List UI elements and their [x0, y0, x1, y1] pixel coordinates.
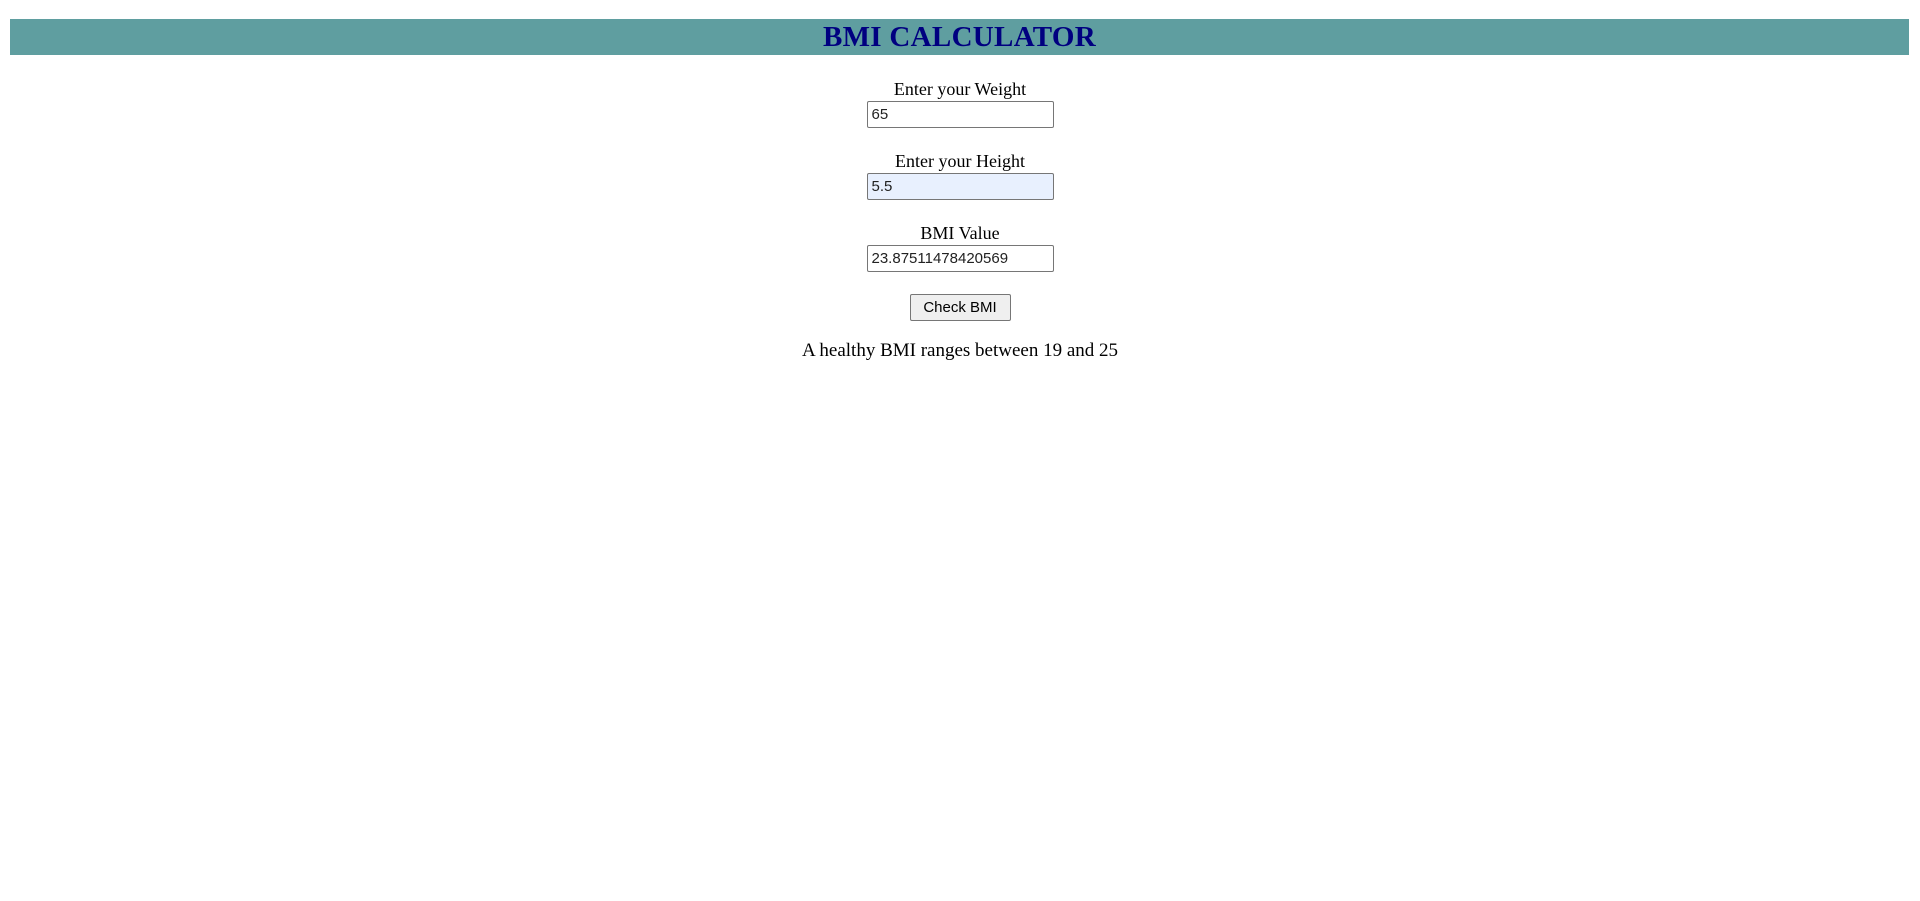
page-title: BMI CALCULATOR [822, 21, 1097, 53]
height-input[interactable] [866, 173, 1054, 200]
height-field-group: Enter your Height [0, 150, 1920, 200]
button-row: Check BMI [0, 294, 1920, 321]
check-bmi-button[interactable]: Check BMI [909, 294, 1011, 321]
bmi-value-output[interactable] [866, 245, 1054, 272]
weight-label: Enter your Weight [893, 79, 1027, 99]
bmi-field-group: BMI Value [0, 222, 1920, 272]
title-banner: BMI CALCULATOR [10, 19, 1909, 55]
bmi-calculator-page: BMI CALCULATOR Enter your Weight Enter y… [0, 0, 1920, 901]
weight-input[interactable] [866, 101, 1054, 128]
bmi-form: Enter your Weight Enter your Height BMI … [0, 78, 1920, 362]
bmi-value-label: BMI Value [920, 223, 1000, 243]
healthy-range-note: A healthy BMI ranges between 19 and 25 [801, 340, 1119, 361]
height-label: Enter your Height [895, 151, 1025, 171]
weight-field-group: Enter your Weight [0, 78, 1920, 128]
